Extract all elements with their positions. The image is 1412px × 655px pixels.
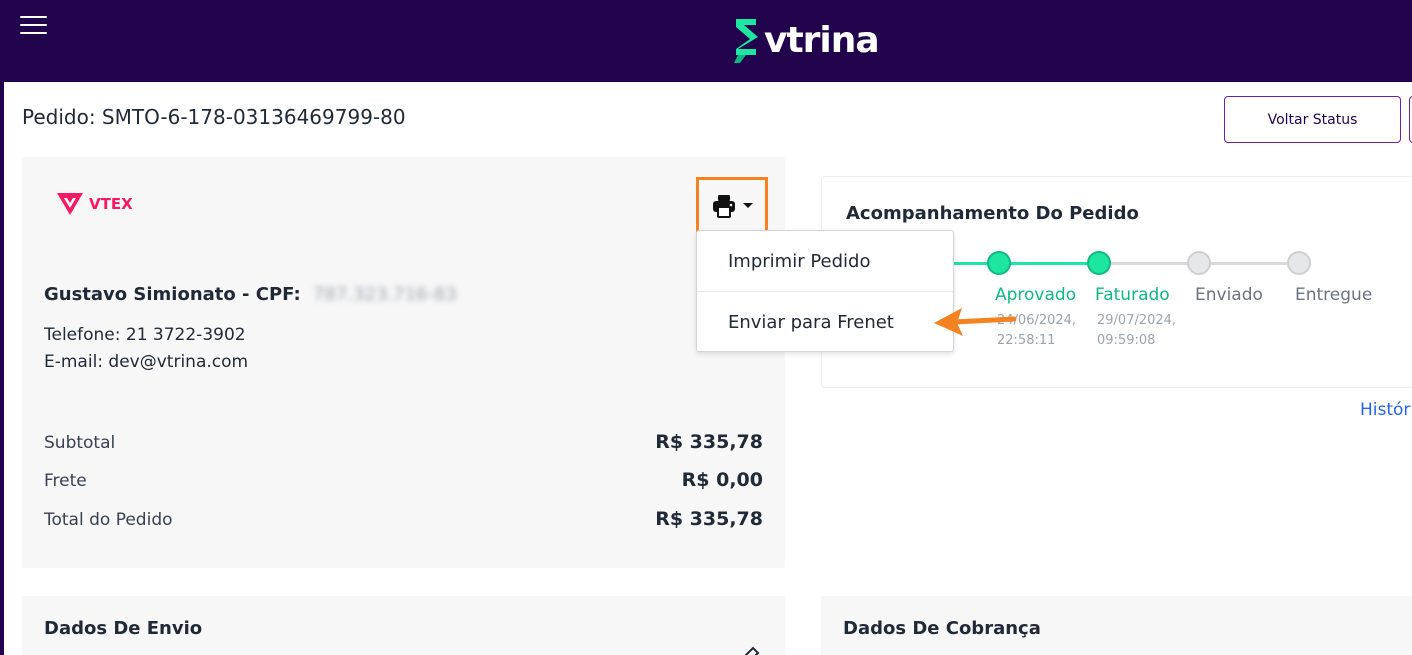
step-dot-entregue (1287, 251, 1311, 275)
printer-icon (713, 194, 735, 218)
frete-label: Frete (44, 471, 87, 491)
print-dropdown-menu: Imprimir Pedido Enviar para Frenet (696, 230, 954, 352)
vtex-logo-icon (57, 193, 83, 215)
tracking-title: Acompanhamento Do Pedido (846, 203, 1139, 224)
order-summary-card: VTEX Gustavo Simionato - CPF: 787.323.71… (22, 157, 785, 568)
brand-name: vtrina (764, 19, 880, 61)
customer-phone: Telefone: 21 3722-3902 (44, 325, 246, 345)
total-value: R$ 335,78 (655, 508, 763, 530)
step-dot-enviado (1187, 251, 1211, 275)
shipping-data-title: Dados De Envio (44, 618, 203, 639)
hamburger-menu-icon[interactable] (20, 16, 47, 36)
edit-pencil-icon[interactable] (738, 644, 762, 655)
progress-line-done (942, 262, 1098, 265)
vtrina-logo-mark-icon (734, 19, 758, 63)
step-label-faturado: Faturado (1095, 285, 1170, 305)
chevron-down-icon (743, 203, 753, 208)
top-navbar: vtrina (0, 0, 1412, 82)
step-label-enviado: Enviado (1195, 285, 1263, 305)
step-time-faturado: 09:59:08 (1097, 333, 1156, 348)
voltar-status-button[interactable]: Voltar Status (1224, 96, 1401, 143)
subtotal-value: R$ 335,78 (655, 431, 763, 453)
vtex-logo: VTEX (55, 192, 133, 216)
billing-data-card: Dados De Cobrança (821, 596, 1412, 655)
customer-email: E-mail: dev@vtrina.com (44, 352, 249, 372)
step-label-entregue: Entregue (1295, 285, 1373, 305)
customer-name-text: Gustavo Simionato - CPF: (44, 284, 301, 305)
customer-cpf: 787.323.716-83 (312, 284, 457, 305)
print-dropdown-button[interactable] (696, 177, 768, 234)
frete-value: R$ 0,00 (681, 469, 763, 491)
historico-link[interactable]: Históri (1360, 400, 1412, 420)
step-dot-aprovado (987, 251, 1011, 275)
sidebar-edge (0, 82, 4, 655)
menu-item-imprimir-pedido[interactable]: Imprimir Pedido (697, 231, 953, 292)
total-label: Total do Pedido (44, 510, 173, 530)
shipping-data-card: Dados De Envio (22, 596, 785, 655)
annotation-arrow-icon (934, 308, 1016, 336)
subtotal-label: Subtotal (44, 433, 116, 453)
step-dot-faturado (1087, 251, 1111, 275)
step-date-faturado: 29/07/2024, (1097, 313, 1177, 328)
step-label-aprovado: Aprovado (995, 285, 1077, 305)
menu-item-enviar-frenet[interactable]: Enviar para Frenet (697, 292, 953, 353)
marketplace-name: VTEX (89, 195, 133, 213)
customer-name: Gustavo Simionato - CPF: 787.323.716-83 (44, 284, 457, 305)
vtrina-logo[interactable]: vtrina (734, 14, 880, 66)
billing-data-title: Dados De Cobrança (843, 618, 1041, 639)
order-title: Pedido: SMTO-6-178-03136469799-80 (22, 105, 406, 129)
